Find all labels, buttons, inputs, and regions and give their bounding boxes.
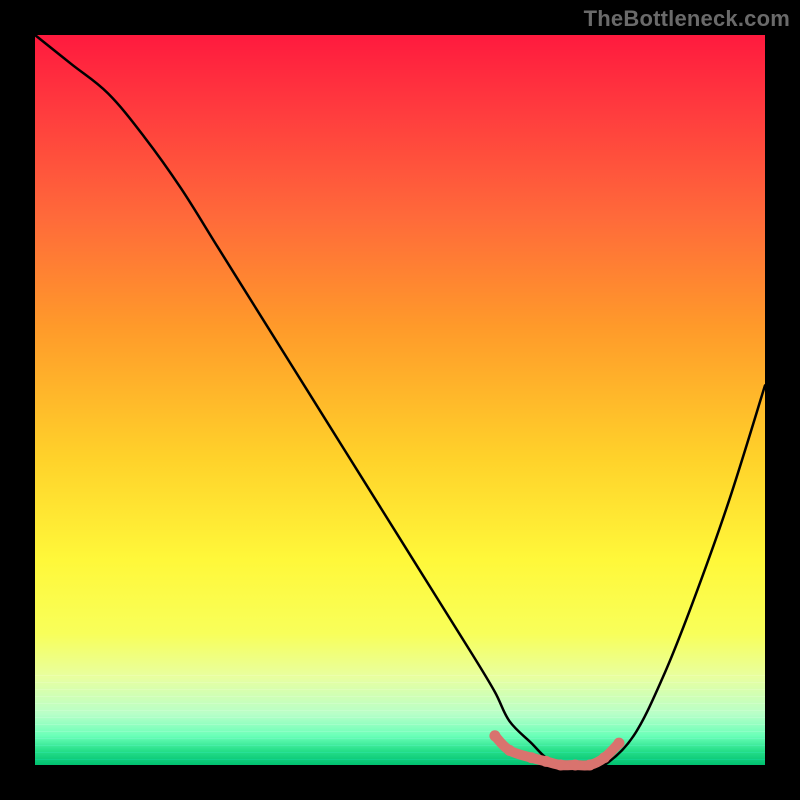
- optimal-point: [599, 752, 610, 763]
- bottleneck-curve-path: [35, 35, 765, 767]
- optimal-point: [489, 730, 500, 741]
- optimal-point: [570, 760, 581, 771]
- optimal-point: [541, 756, 552, 767]
- optimal-point: [555, 760, 566, 771]
- optimal-point: [504, 745, 515, 756]
- curve-layer: [35, 35, 765, 765]
- optimal-point: [584, 760, 595, 771]
- plot-area: [35, 35, 765, 765]
- optimal-point: [526, 752, 537, 763]
- optimal-point: [614, 738, 625, 749]
- watermark-text: TheBottleneck.com: [584, 6, 790, 32]
- chart-frame: TheBottleneck.com: [0, 0, 800, 800]
